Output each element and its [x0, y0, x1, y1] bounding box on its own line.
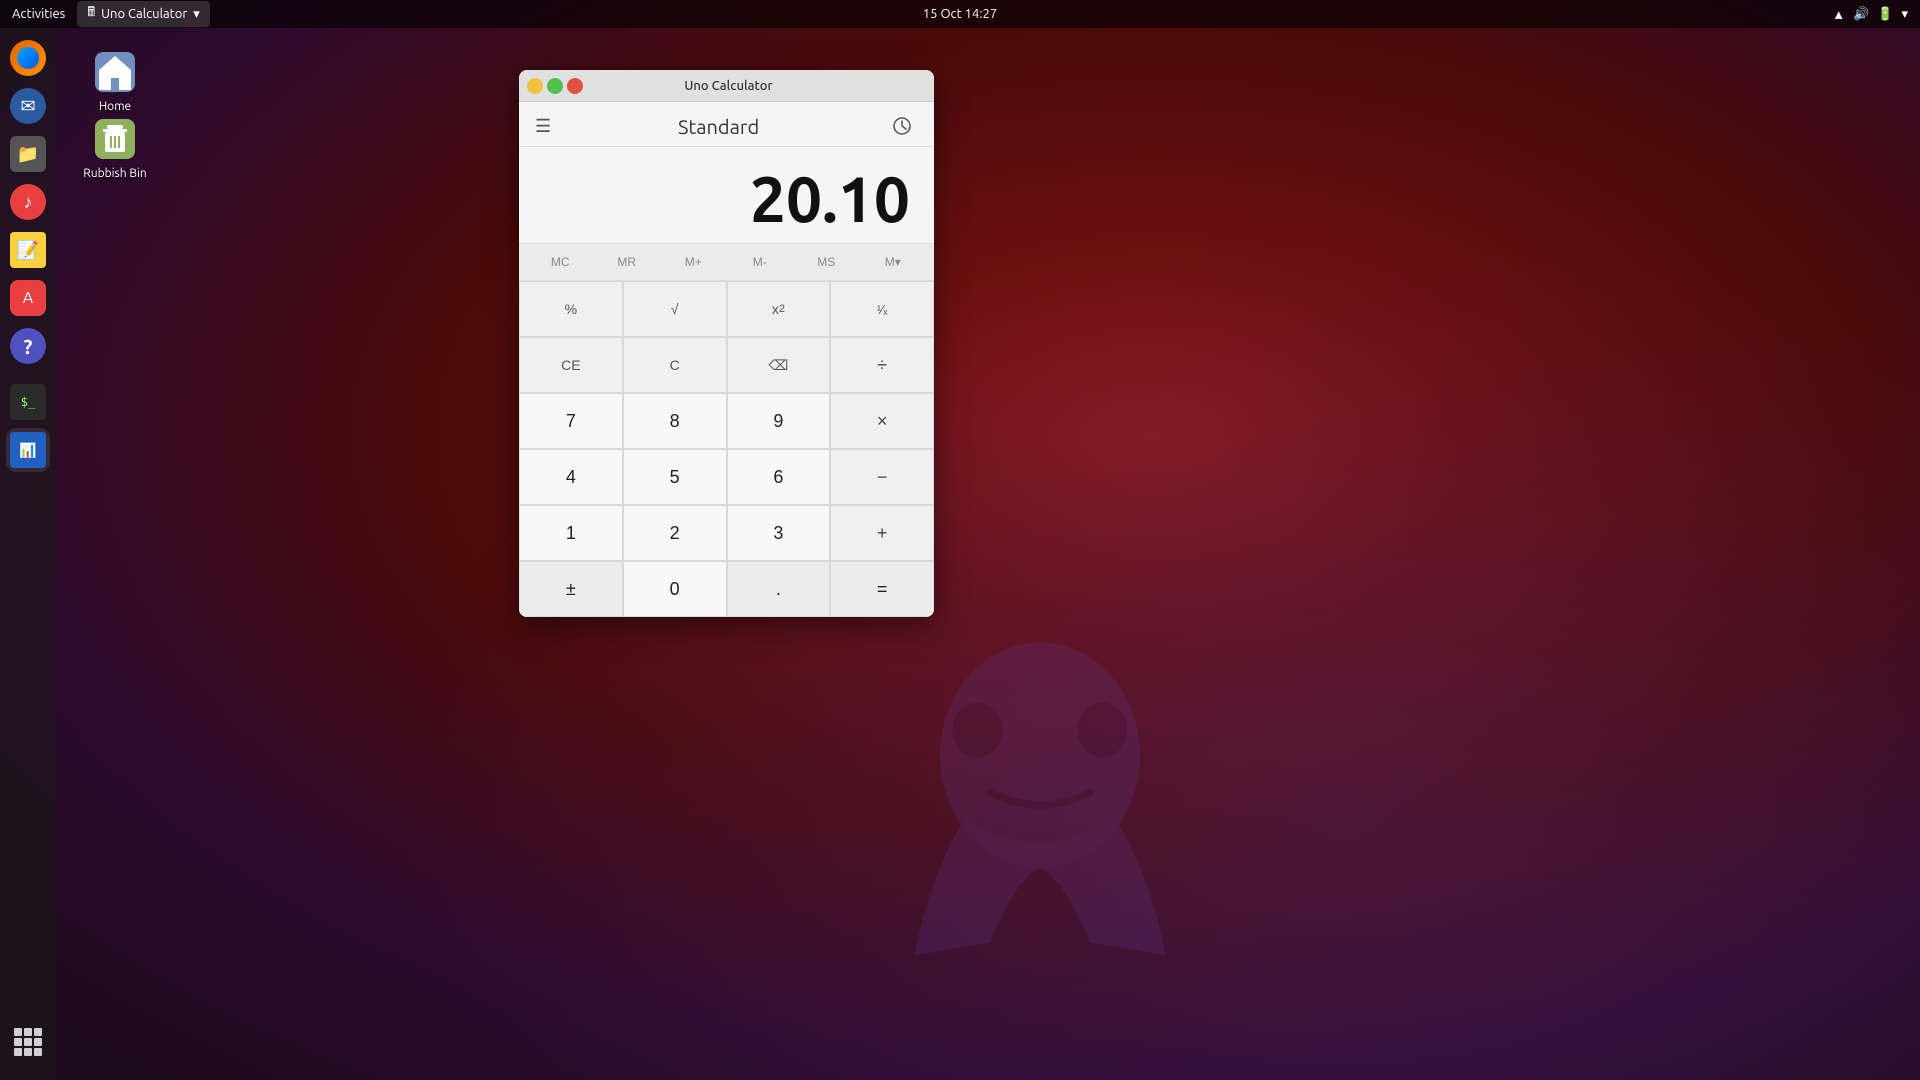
- sidebar-item-rhythmbox[interactable]: ♪: [6, 180, 50, 224]
- sidebar-item-help[interactable]: ?: [6, 324, 50, 368]
- window-title: Uno Calculator: [583, 79, 874, 93]
- trash-icon: [91, 115, 139, 163]
- minimize-button[interactable]: –: [527, 78, 543, 94]
- home-icon: [91, 48, 139, 96]
- sidebar-item-appstore[interactable]: A: [6, 276, 50, 320]
- wallpaper-overlay: [0, 0, 1920, 1080]
- memory-recall-button[interactable]: MR: [594, 248, 661, 276]
- digit-4-button[interactable]: 4: [519, 449, 623, 505]
- divide-button[interactable]: ÷: [830, 337, 934, 393]
- digit-6-button[interactable]: 6: [727, 449, 831, 505]
- rubbish-bin-label: Rubbish Bin: [83, 167, 146, 180]
- reciprocal-button[interactable]: ¹∕ₓ: [830, 281, 934, 337]
- square-button[interactable]: x2: [727, 281, 831, 337]
- memory-add-button[interactable]: M+: [660, 248, 727, 276]
- digit-2-button[interactable]: 2: [623, 505, 727, 561]
- digit-8-button[interactable]: 8: [623, 393, 727, 449]
- home-label: Home: [99, 100, 131, 113]
- calc-titlebar: – □ ✕ Uno Calculator: [519, 70, 934, 102]
- desktop-icon-home[interactable]: Home: [75, 48, 155, 113]
- equals-button[interactable]: =: [830, 561, 934, 617]
- digit-0-button[interactable]: 0: [623, 561, 727, 617]
- memory-subtract-button[interactable]: M-: [727, 248, 794, 276]
- active-app[interactable]: 🖩 Uno Calculator ▾: [77, 1, 210, 27]
- volume-icon: 🔊: [1853, 7, 1869, 22]
- sidebar-item-calc[interactable]: 📊: [6, 428, 50, 472]
- history-button[interactable]: [886, 110, 918, 142]
- digit-7-button[interactable]: 7: [519, 393, 623, 449]
- add-button[interactable]: +: [830, 505, 934, 561]
- clear-button[interactable]: C: [623, 337, 727, 393]
- hamburger-menu-icon[interactable]: ☰: [535, 116, 551, 137]
- memory-dropdown-button[interactable]: M▾: [860, 248, 927, 276]
- sidebar-item-thunderbird[interactable]: ✉: [6, 84, 50, 128]
- topbar: Activities 🖩 Uno Calculator ▾ 15 Oct 14:…: [0, 0, 1920, 28]
- close-button[interactable]: ✕: [567, 78, 583, 94]
- system-menu-icon[interactable]: ▾: [1901, 7, 1908, 22]
- network-icon: ▲: [1832, 7, 1845, 22]
- app-icon: 🖩: [87, 3, 95, 25]
- digit-1-button[interactable]: 1: [519, 505, 623, 561]
- decimal-button[interactable]: .: [727, 561, 831, 617]
- topbar-right: ▲ 🔊 🔋 ▾: [1832, 7, 1908, 22]
- activities-button[interactable]: Activities: [12, 7, 65, 21]
- digit-9-button[interactable]: 9: [727, 393, 831, 449]
- sidebar-item-app-grid[interactable]: [6, 1020, 50, 1064]
- app-name: Uno Calculator: [101, 7, 187, 21]
- topbar-datetime: 15 Oct 14:27: [923, 7, 997, 21]
- titlebar-controls: – □ ✕: [527, 78, 583, 94]
- calc-header: ☰ Standard: [519, 102, 934, 147]
- calc-button-grid: % √ x2 ¹∕ₓ CE C ⌫ ÷ 7 8 9 × 4 5 6 − 1 2 …: [519, 281, 934, 617]
- sidebar-item-terminal[interactable]: $_: [6, 380, 50, 424]
- app-chevron: ▾: [193, 7, 200, 22]
- calc-display: 20.10: [519, 147, 934, 243]
- topbar-left: Activities 🖩 Uno Calculator ▾: [12, 1, 210, 27]
- battery-icon: 🔋: [1877, 7, 1893, 22]
- digit-3-button[interactable]: 3: [727, 505, 831, 561]
- negate-button[interactable]: ±: [519, 561, 623, 617]
- sidebar-item-firefox[interactable]: [6, 36, 50, 80]
- sqrt-button[interactable]: √: [623, 281, 727, 337]
- desktop-icon-rubbish-bin[interactable]: Rubbish Bin: [75, 115, 155, 180]
- calc-mode-title: Standard: [678, 115, 759, 138]
- backspace-button[interactable]: ⌫: [727, 337, 831, 393]
- maximize-button[interactable]: □: [547, 78, 563, 94]
- digit-5-button[interactable]: 5: [623, 449, 727, 505]
- memory-row: MC MR M+ M- MS M▾: [519, 243, 934, 281]
- clear-entry-button[interactable]: CE: [519, 337, 623, 393]
- memory-store-button[interactable]: MS: [793, 248, 860, 276]
- ubuntu-mascot: [840, 630, 1240, 980]
- calculator-window: – □ ✕ Uno Calculator ☰ Standard 20.10 MC…: [519, 70, 934, 617]
- display-value: 20.10: [543, 167, 910, 231]
- sidebar-dock: ✉ 📁 ♪ 📝 A ? $_ 📊: [0, 28, 56, 1080]
- sidebar-item-files[interactable]: 📁: [6, 132, 50, 176]
- memory-clear-button[interactable]: MC: [527, 248, 594, 276]
- sidebar-item-notes[interactable]: 📝: [6, 228, 50, 272]
- subtract-button[interactable]: −: [830, 449, 934, 505]
- percent-button[interactable]: %: [519, 281, 623, 337]
- multiply-button[interactable]: ×: [830, 393, 934, 449]
